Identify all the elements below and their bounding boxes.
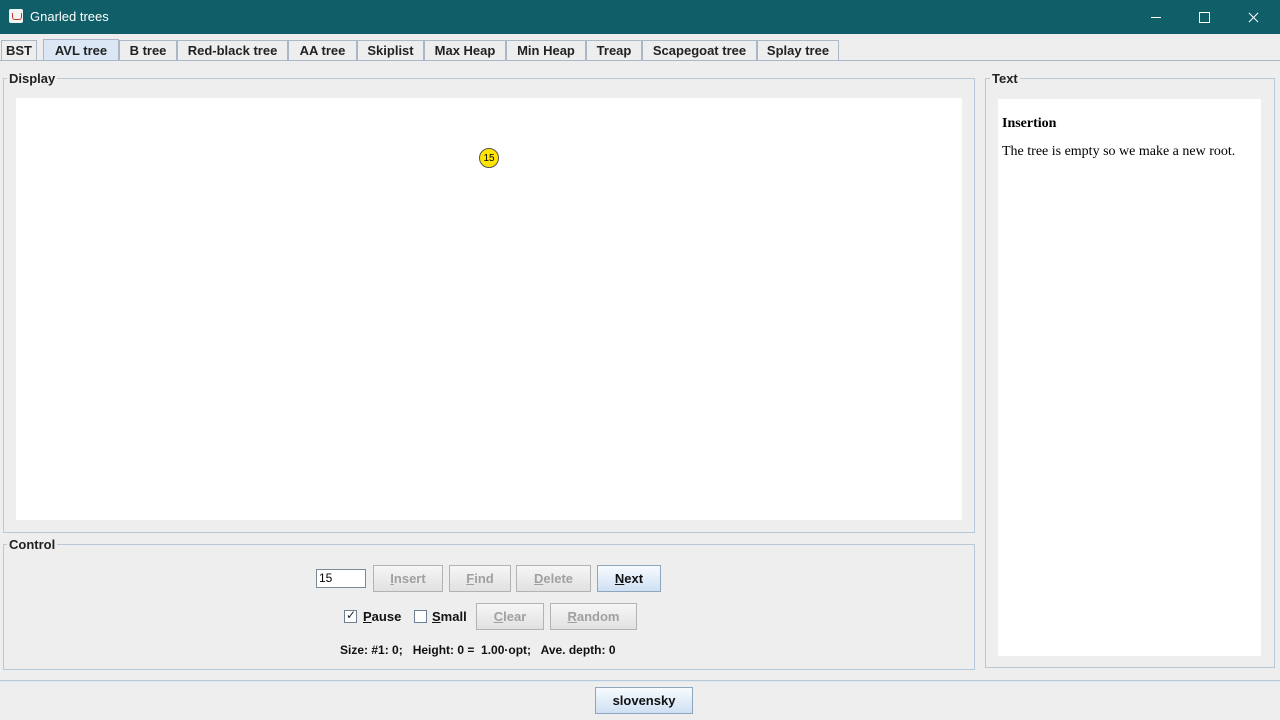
java-app-icon: [9, 9, 23, 23]
tab-treap[interactable]: Treap: [586, 40, 642, 60]
next-button-mnemonic: N: [614, 571, 625, 586]
delete-button-label: elete: [543, 571, 574, 586]
insert-button[interactable]: Insert: [373, 565, 443, 592]
tab-divider: [0, 60, 1280, 61]
tab-avl-tree[interactable]: AVL tree: [43, 39, 119, 60]
close-icon[interactable]: [1230, 0, 1276, 34]
value-input[interactable]: 15: [316, 569, 366, 588]
delete-button[interactable]: Delete: [516, 565, 591, 592]
tab-max-heap[interactable]: Max Heap: [424, 40, 506, 60]
control-panel-title: Control: [7, 537, 58, 552]
random-button-label: andom: [576, 609, 620, 624]
explanation-text-area: Insertion The tree is empty so we make a…: [998, 99, 1261, 656]
pause-label-text: ause: [371, 609, 402, 624]
explanation-body: The tree is empty so we make a new root.: [1002, 144, 1236, 159]
window-title: Gnarled trees: [30, 9, 109, 24]
tab-bst[interactable]: BST: [1, 40, 37, 60]
pause-checkbox[interactable]: [344, 608, 357, 623]
small-checkbox[interactable]: [414, 610, 427, 623]
bottom-divider: [0, 680, 1280, 682]
tab-scapegoat-tree[interactable]: Scapegoat tree: [642, 40, 757, 60]
insert-button-label: nsert: [393, 571, 426, 586]
explanation-heading: Insertion: [1002, 116, 1057, 131]
display-panel-title: Display: [7, 71, 58, 86]
next-button[interactable]: Next: [597, 565, 661, 592]
small-label-mnemonic: S: [432, 609, 441, 624]
random-button-mnemonic: R: [567, 609, 577, 624]
text-panel-title: Text: [990, 71, 1020, 86]
tab-red-black-tree[interactable]: Red-black tree: [177, 40, 288, 60]
title-bar: Gnarled trees: [0, 0, 1280, 34]
tab-aa-tree[interactable]: AA tree: [288, 40, 357, 60]
minimize-icon[interactable]: [1133, 0, 1179, 34]
random-button[interactable]: Random: [550, 603, 637, 630]
tab-strip: BST AVL tree B tree Red-black tree AA tr…: [0, 39, 1280, 60]
clear-button[interactable]: Clear: [476, 603, 544, 630]
tab-b-tree[interactable]: B tree: [119, 40, 177, 60]
tab-min-heap[interactable]: Min Heap: [506, 40, 586, 60]
pause-label[interactable]: Pause: [363, 609, 401, 624]
tree-node: 15: [479, 148, 499, 168]
language-button[interactable]: slovensky: [595, 687, 693, 714]
tab-splay-tree[interactable]: Splay tree: [757, 40, 839, 60]
clear-button-mnemonic: C: [493, 609, 504, 624]
find-button[interactable]: Find: [449, 565, 511, 592]
find-button-mnemonic: F: [466, 571, 475, 586]
maximize-icon[interactable]: [1181, 0, 1227, 34]
next-button-label: ext: [624, 571, 644, 586]
tree-statistics: Size: #1: 0; Height: 0 = 1.00·opt; Ave. …: [340, 643, 616, 657]
pause-label-mnemonic: P: [363, 609, 372, 624]
clear-button-label: lear: [503, 609, 527, 624]
delete-button-mnemonic: D: [533, 571, 544, 586]
find-button-label: ind: [474, 571, 494, 586]
small-label-text: mall: [440, 609, 467, 624]
small-label[interactable]: Small: [432, 609, 467, 624]
tab-skiplist[interactable]: Skiplist: [357, 40, 424, 60]
